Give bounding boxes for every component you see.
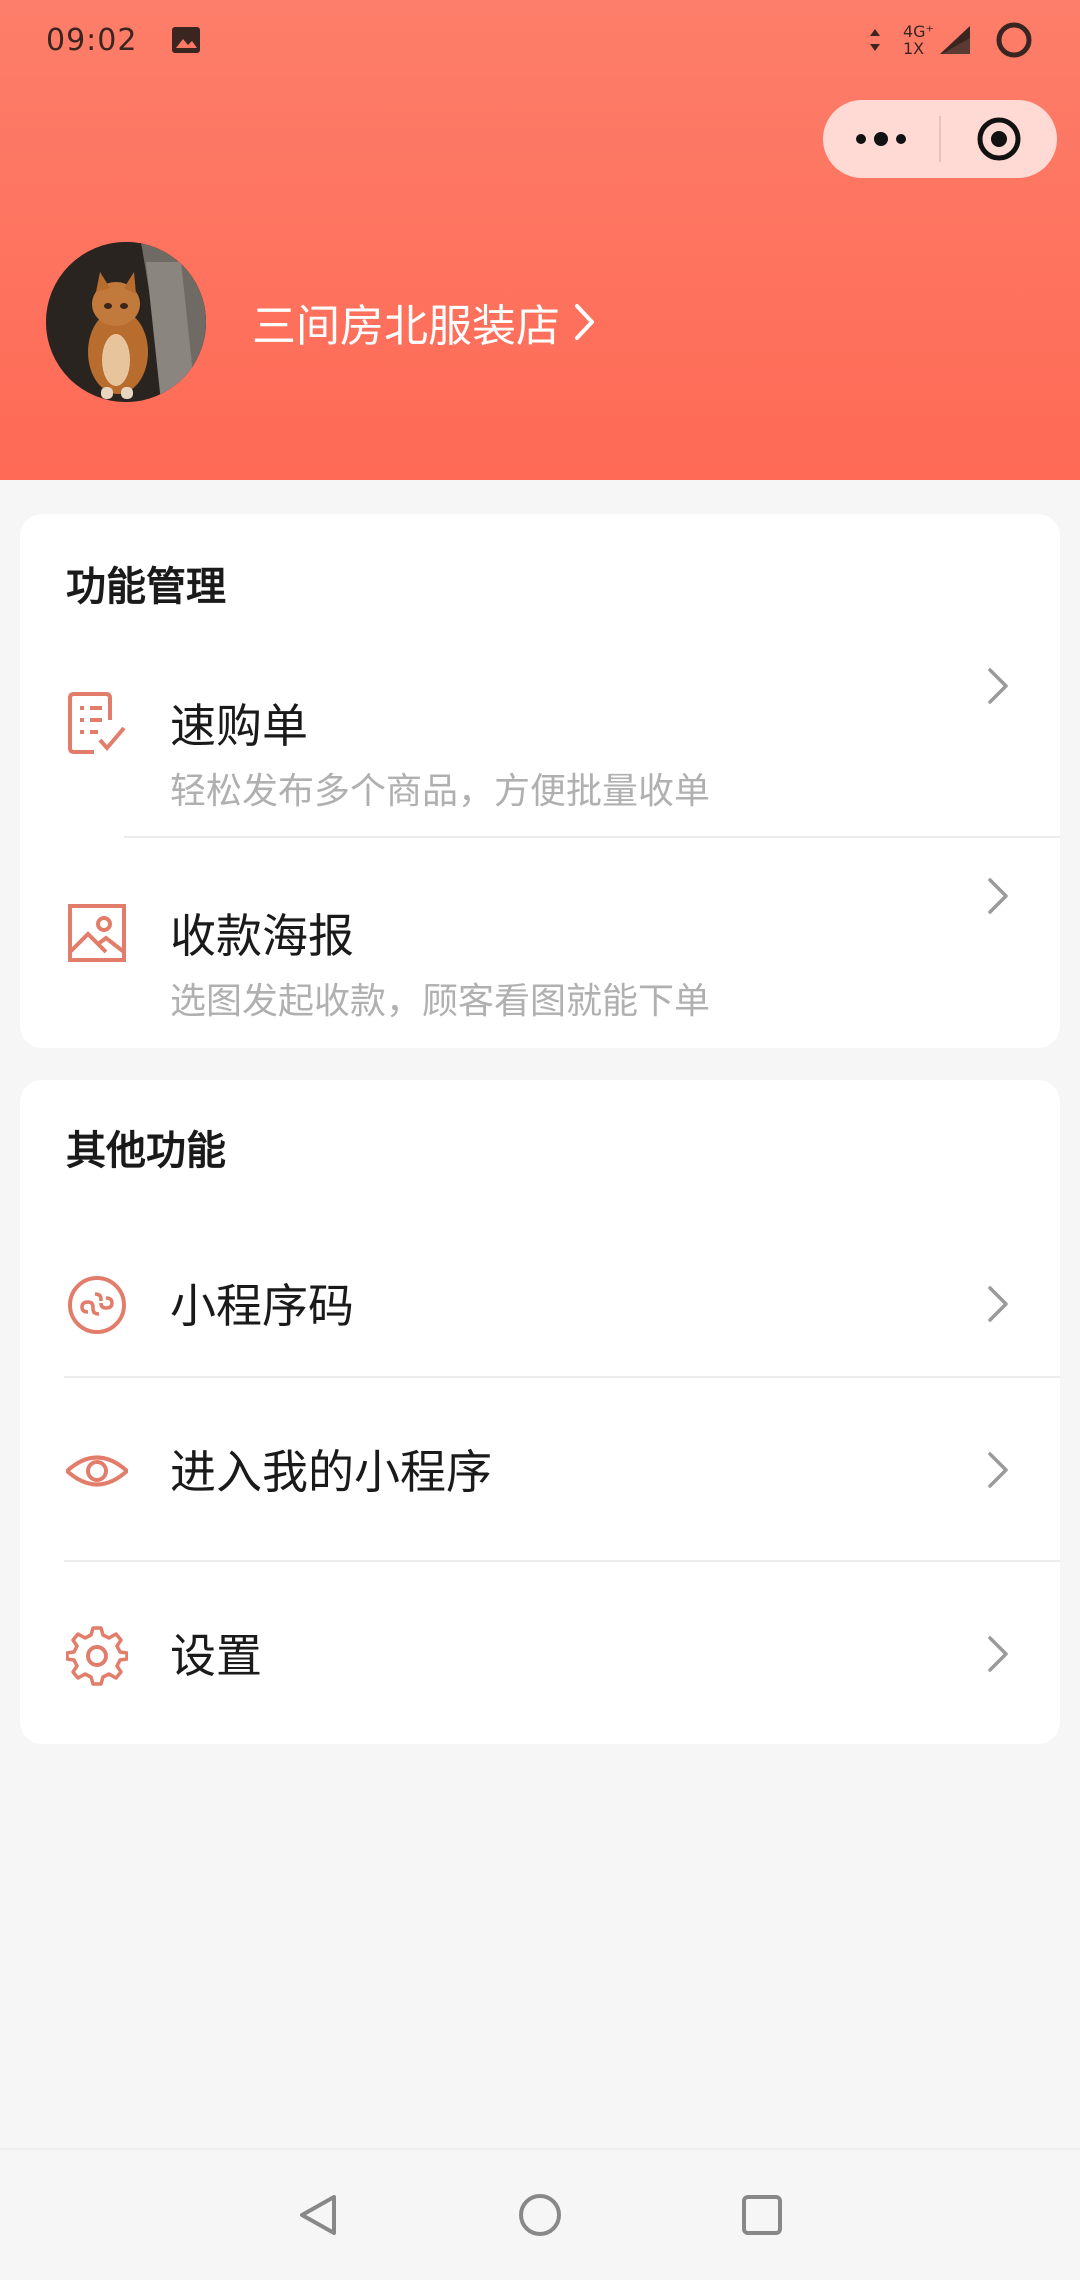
other-functions-card: 其他功能 小程序码 进入我的小程序 设置 [20,1080,1060,1744]
capsule-menu [823,100,1057,178]
header: 09:02 4G⁺ 1X 三间房北服装店 [0,0,1080,480]
profile[interactable]: 三间房北服装店 [46,242,596,402]
list-item-settings[interactable]: 设置 [20,1562,1060,1744]
chevron-right-icon [988,1286,1008,1322]
close-miniprogram-button[interactable] [941,100,1057,178]
recent-square-icon [742,2195,782,2235]
item-subtitle: 选图发起收款，顾客看图就能下单 [170,981,711,1022]
item-title: 速购单 [170,699,308,753]
list-item-enter-miniprogram[interactable]: 进入我的小程序 [20,1378,1060,1562]
shop-name-link[interactable]: 三间房北服装店 [252,290,596,354]
status-right: 4G⁺ 1X [869,20,1034,60]
miniprogram-icon [68,1276,126,1334]
more-dots-icon [856,132,906,146]
recent-apps-button[interactable] [726,2179,798,2251]
signal-icon [940,26,970,54]
eye-icon [66,1455,128,1487]
home-circle-icon [519,2194,561,2236]
network-top: 4G⁺ [902,22,934,41]
target-icon [977,117,1021,161]
item-title: 进入我的小程序 [170,1445,492,1499]
section-title: 功能管理 [66,564,226,610]
checklist-icon [68,692,126,754]
gallery-icon [172,27,201,53]
chevron-right-icon [988,1452,1008,1488]
gear-icon [66,1626,128,1686]
network-bottom: 1X [902,39,925,58]
cat-avatar[interactable] [46,242,206,402]
status-time: 09:02 [46,22,138,58]
list-item-payment-poster[interactable]: 收款海报 选图发起收款，顾客看图就能下单 [20,864,1060,1048]
item-title: 设置 [170,1629,262,1683]
item-title: 收款海报 [170,909,354,963]
section-title: 其他功能 [66,1128,226,1174]
system-nav-bar [0,2148,1080,2280]
shop-name: 三间房北服装店 [252,301,560,352]
home-button[interactable] [504,2179,576,2251]
back-button[interactable] [282,2179,354,2251]
list-item-quick-order[interactable]: 速购单 轻松发布多个商品，方便批量收单 [20,654,1060,850]
item-subtitle: 轻松发布多个商品，方便批量收单 [170,771,711,812]
chevron-right-icon [988,1636,1008,1672]
data-arrows-icon [869,29,880,51]
back-triangle-icon [300,2195,336,2235]
battery-ring-icon [996,22,1032,58]
chevron-right-icon [988,878,1008,914]
more-button[interactable] [823,100,939,178]
chevron-right-icon [988,668,1008,704]
divider [124,836,1060,838]
status-bar: 09:02 4G⁺ 1X [0,0,1080,80]
item-title: 小程序码 [170,1279,354,1333]
cat-avatar-image [46,242,206,402]
function-management-card: 功能管理 速购单 轻松发布多个商品，方便批量收单 收款海报 选图发起收款，顾客看… [20,514,1060,1048]
chevron-right-icon [575,304,594,340]
image-icon [68,904,126,962]
network-label: 4G⁺ 1X [903,23,934,57]
list-item-miniprogram-code[interactable]: 小程序码 [20,1214,1060,1394]
